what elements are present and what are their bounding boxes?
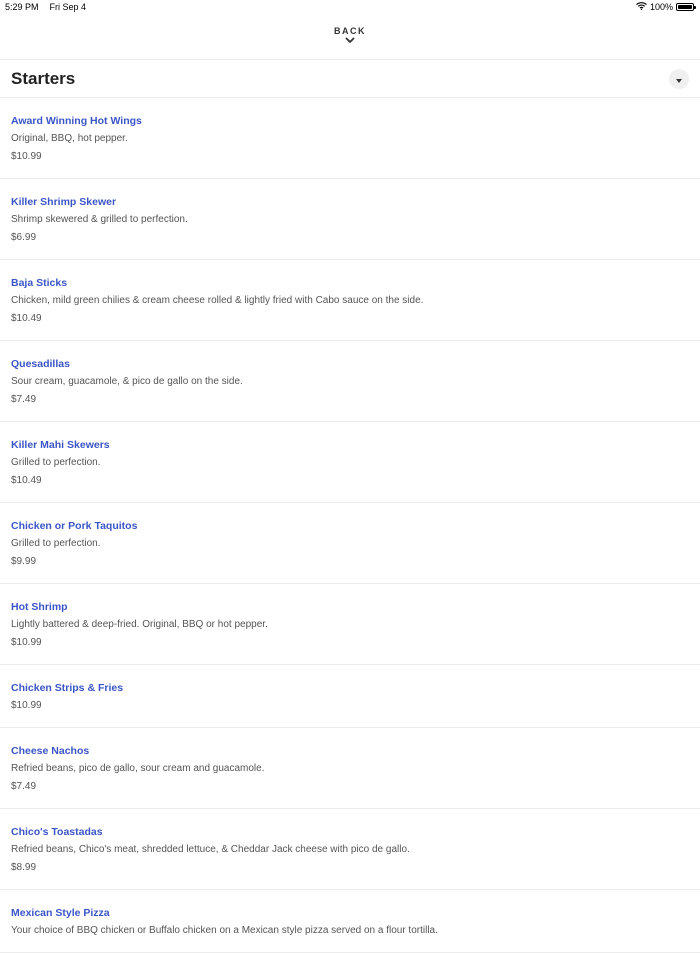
menu-item[interactable]: Chicken Strips & Fries $10.99 [0,665,700,728]
status-date: Fri Sep 4 [49,2,87,12]
status-bar-right: 100% [636,2,696,12]
back-label: BACK [334,26,366,36]
menu-item-name[interactable]: Hot Shrimp [11,600,689,614]
menu-item-description: Grilled to perfection. [11,457,101,468]
section-header: Starters [0,60,700,98]
menu-item[interactable]: Baja Sticks Chicken, mild green chilies &… [0,260,700,341]
menu-item-description: Grilled to perfection. [11,538,101,549]
chevron-down-icon [0,37,700,44]
menu-item-description: Your choice of BBQ chicken or Buffalo ch… [11,925,438,936]
menu-item[interactable]: Cheese Nachos Refried beans, pico de gall… [0,728,700,809]
menu-item-name[interactable]: Baja Sticks [11,276,689,290]
back-button[interactable]: BACK [0,26,700,44]
menu-item[interactable]: Chicken or Pork Taquitos Grilled to perfe… [0,503,700,584]
menu-item[interactable]: Hot Shrimp Lightly battered & deep-fried.… [0,584,700,665]
menu-item-name[interactable]: Quesadillas [11,357,689,371]
wifi-icon [636,2,647,12]
menu-item-price: $8.99 [11,862,37,873]
menu-item-description: Chicken, mild green chilies & cream chee… [11,295,424,306]
menu-item-price: $10.99 [11,700,42,711]
caret-down-icon [676,70,682,88]
menu-item-name[interactable]: Cheese Nachos [11,744,689,758]
status-bar-left: 5:29 PM Fri Sep 4 [5,2,86,12]
menu-item-price: $10.99 [11,151,42,162]
menu-item-price: $6.99 [11,232,37,243]
menu-item-price: $10.49 [11,475,42,486]
menu-item[interactable]: Award Winning Hot Wings Original, BBQ, ho… [0,98,700,179]
menu-item[interactable]: Killer Mahi Skewers Grilled to perfection… [0,422,700,503]
menu-item-description: Shrimp skewered & grilled to perfection. [11,214,188,225]
battery-icon [676,3,696,11]
menu-item-name[interactable]: Killer Mahi Skewers [11,438,689,452]
menu-item-name[interactable]: Chico's Toastadas [11,825,689,839]
menu-item-description: Lightly battered & deep-fried. Original,… [11,619,268,630]
menu-item[interactable]: Quesadillas Sour cream, guacamole, & pico… [0,341,700,422]
status-time: 5:29 PM [5,2,39,12]
menu-item[interactable]: Chico's Toastadas Refried beans, Chico's … [0,809,700,890]
menu-list: Award Winning Hot Wings Original, BBQ, ho… [0,98,700,953]
section-title: Starters [11,69,76,88]
menu-item-name[interactable]: Chicken Strips & Fries [11,681,689,695]
section-collapse-button[interactable] [669,69,689,89]
menu-item-description: Original, BBQ, hot pepper. [11,133,128,144]
menu-item[interactable]: Mexican Style Pizza Your choice of BBQ ch… [0,890,700,953]
status-bar: 5:29 PM Fri Sep 4 100% [0,0,700,14]
battery-percent: 100% [649,2,673,12]
menu-item-name[interactable]: Chicken or Pork Taquitos [11,519,689,533]
menu-item[interactable]: Killer Shrimp Skewer Shrimp skewered & gr… [0,179,700,260]
menu-item-name[interactable]: Mexican Style Pizza [11,906,689,920]
menu-item-price: $7.49 [11,394,37,405]
menu-item-description: Refried beans, Chico's meat, shredded le… [11,844,410,855]
menu-item-price: $10.49 [11,313,42,324]
menu-item-name[interactable]: Killer Shrimp Skewer [11,195,689,209]
menu-item-price: $7.49 [11,781,37,792]
menu-item-description: Sour cream, guacamole, & pico de gallo o… [11,376,243,387]
menu-item-name[interactable]: Award Winning Hot Wings [11,114,689,128]
menu-item-price: $9.99 [11,556,37,567]
menu-item-price: $10.99 [11,637,42,648]
menu-item-description: Refried beans, pico de gallo, sour cream… [11,763,265,774]
battery-fill [678,5,692,9]
